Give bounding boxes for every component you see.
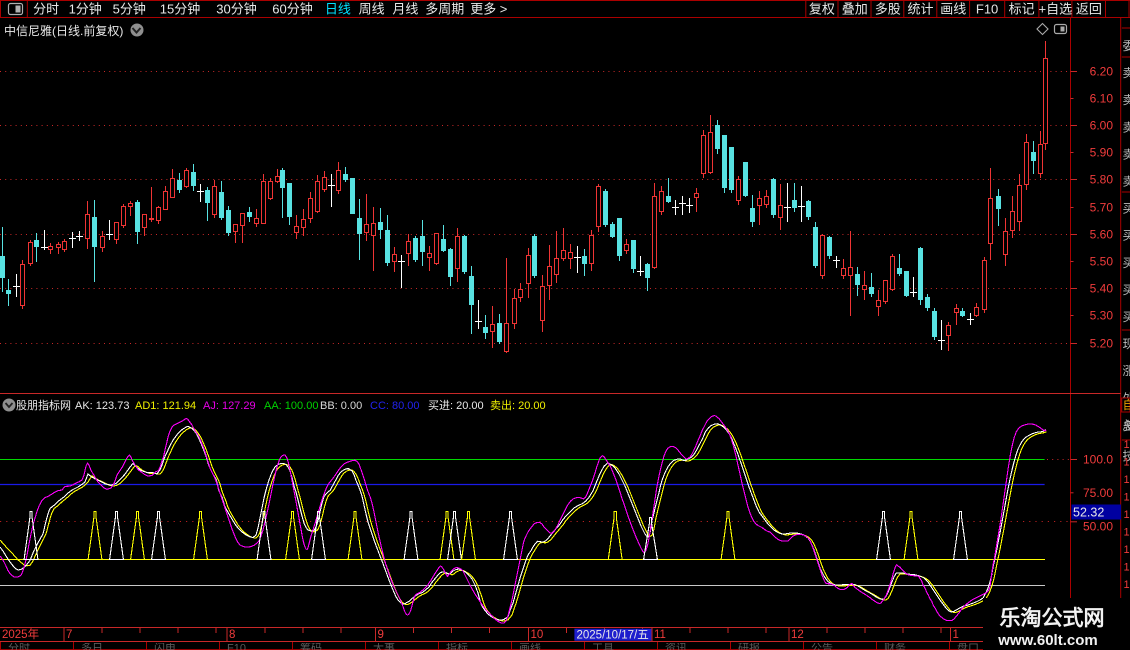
svg-text:买进: 20.00: 买进: 20.00 bbox=[428, 399, 484, 412]
svg-text:5.20: 5.20 bbox=[1090, 337, 1114, 351]
svg-text:卖: 卖 bbox=[1123, 175, 1130, 189]
svg-text:AJ: 127.29: AJ: 127.29 bbox=[203, 400, 256, 412]
svg-text:F10: F10 bbox=[976, 2, 998, 17]
svg-text:卖: 卖 bbox=[1123, 66, 1130, 80]
svg-text:复权: 复权 bbox=[809, 2, 835, 17]
svg-text:7: 7 bbox=[66, 629, 72, 641]
svg-text:9: 9 bbox=[378, 629, 384, 641]
svg-text:返回: 返回 bbox=[1076, 2, 1102, 17]
svg-text:6.00: 6.00 bbox=[1090, 119, 1114, 133]
svg-text:AA: 100.00: AA: 100.00 bbox=[264, 400, 318, 412]
svg-text:卖出: 20.00: 卖出: 20.00 bbox=[490, 398, 546, 412]
svg-text:5.90: 5.90 bbox=[1090, 146, 1114, 160]
svg-text:12: 12 bbox=[791, 629, 804, 641]
svg-text:5.50: 5.50 bbox=[1090, 255, 1114, 269]
svg-text:5.40: 5.40 bbox=[1090, 282, 1114, 296]
svg-text:BB: 0.00: BB: 0.00 bbox=[320, 400, 362, 412]
svg-text:画线: 画线 bbox=[940, 2, 966, 17]
svg-text:标记: 标记 bbox=[1009, 2, 1035, 17]
svg-text:F10: F10 bbox=[227, 643, 246, 650]
svg-text:50.00: 50.00 bbox=[1083, 520, 1113, 534]
svg-text:现: 现 bbox=[1123, 337, 1130, 351]
svg-text:买: 买 bbox=[1123, 256, 1130, 270]
svg-text:www.60lt.com: www.60lt.com bbox=[997, 632, 1097, 649]
svg-text:100.0: 100.0 bbox=[1083, 453, 1113, 467]
svg-text:委: 委 bbox=[1123, 39, 1130, 53]
svg-text:5.60: 5.60 bbox=[1090, 228, 1114, 242]
svg-text:15分钟: 15分钟 bbox=[160, 2, 200, 17]
svg-text:多周期: 多周期 bbox=[425, 2, 464, 17]
svg-text:1: 1 bbox=[1124, 544, 1130, 556]
svg-text:买: 买 bbox=[1123, 229, 1130, 243]
svg-text:2025/10/17/五: 2025/10/17/五 bbox=[577, 630, 649, 642]
svg-text:买: 买 bbox=[1123, 202, 1130, 216]
svg-text:周线: 周线 bbox=[359, 2, 385, 17]
svg-text:1: 1 bbox=[1124, 509, 1130, 521]
svg-text:11: 11 bbox=[654, 629, 666, 641]
svg-text:分时: 分时 bbox=[33, 2, 59, 17]
svg-text:卖: 卖 bbox=[1123, 120, 1130, 134]
svg-text:1: 1 bbox=[1124, 492, 1130, 504]
svg-text:自: 自 bbox=[1123, 398, 1130, 412]
svg-text:中信尼雅(日线.前复权): 中信尼雅(日线.前复权) bbox=[4, 23, 123, 38]
svg-text:统计: 统计 bbox=[907, 2, 933, 17]
svg-text:5.30: 5.30 bbox=[1090, 309, 1114, 323]
svg-text:52.32: 52.32 bbox=[1073, 506, 1104, 520]
svg-text:60分钟: 60分钟 bbox=[272, 2, 312, 17]
svg-text:1: 1 bbox=[1124, 457, 1130, 469]
svg-text:卖: 卖 bbox=[1123, 147, 1130, 161]
svg-text:AK: 123.73: AK: 123.73 bbox=[75, 400, 129, 412]
svg-text:日线: 日线 bbox=[325, 2, 351, 17]
svg-text:10: 10 bbox=[531, 629, 544, 641]
svg-text:2025年: 2025年 bbox=[2, 627, 39, 641]
svg-text:5.80: 5.80 bbox=[1090, 173, 1114, 187]
svg-text:1分钟: 1分钟 bbox=[69, 2, 102, 17]
svg-text:5.70: 5.70 bbox=[1090, 201, 1114, 215]
svg-text:1: 1 bbox=[1124, 527, 1130, 539]
svg-text:股朋指标网: 股朋指标网 bbox=[16, 398, 71, 412]
svg-text:6.10: 6.10 bbox=[1090, 92, 1114, 106]
svg-text:>: > bbox=[500, 2, 508, 17]
svg-text:CC: 80.00: CC: 80.00 bbox=[370, 400, 420, 412]
svg-text:AD1: 121.94: AD1: 121.94 bbox=[135, 400, 196, 412]
svg-text:买: 买 bbox=[1123, 310, 1130, 324]
svg-text:多股: 多股 bbox=[875, 2, 901, 17]
svg-text:1: 1 bbox=[1124, 579, 1130, 591]
svg-text:更多: 更多 bbox=[470, 2, 496, 17]
svg-text:5分钟: 5分钟 bbox=[113, 2, 146, 17]
svg-text:涨: 涨 bbox=[1123, 363, 1130, 378]
svg-text:6.20: 6.20 bbox=[1090, 65, 1114, 79]
svg-text:乐淘公式网: 乐淘公式网 bbox=[1000, 606, 1105, 630]
svg-text:叠加: 叠加 bbox=[842, 2, 868, 17]
svg-text:月线: 月线 bbox=[392, 2, 418, 17]
svg-text:买: 买 bbox=[1123, 283, 1130, 297]
svg-text:30分钟: 30分钟 bbox=[216, 2, 256, 17]
svg-text:1: 1 bbox=[1124, 439, 1130, 451]
svg-text:1: 1 bbox=[1124, 562, 1130, 574]
svg-text:75.00: 75.00 bbox=[1083, 486, 1113, 500]
svg-text:多: 多 bbox=[1123, 419, 1130, 433]
svg-text:+自选: +自选 bbox=[1039, 2, 1073, 17]
svg-text:1: 1 bbox=[1124, 474, 1130, 486]
svg-text:卖: 卖 bbox=[1123, 93, 1130, 107]
svg-text:1: 1 bbox=[953, 629, 959, 641]
svg-text:8: 8 bbox=[229, 629, 235, 641]
